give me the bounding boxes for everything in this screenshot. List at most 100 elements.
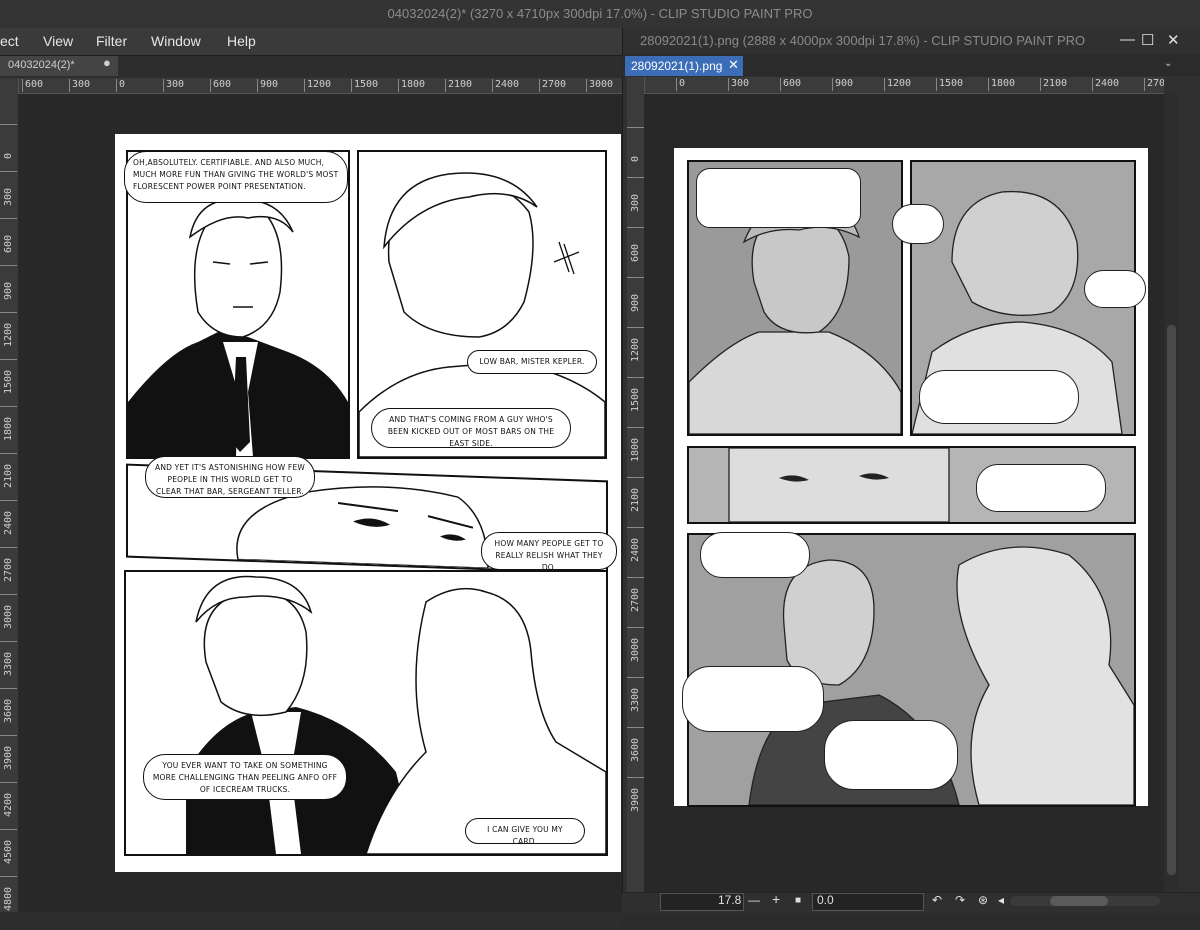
- ruler-tick-text: 2100: [3, 463, 14, 488]
- ruler-tick-label: 1500: [351, 79, 378, 92]
- zoom-out-icon[interactable]: —: [748, 893, 760, 907]
- menu-item-view[interactable]: View: [43, 33, 73, 49]
- menu-item-help[interactable]: Help: [227, 33, 256, 49]
- ruler-tick-text: 900: [3, 281, 14, 300]
- tab-list-chevron-icon[interactable]: ⌄: [1164, 58, 1172, 69]
- empty-bubble-2: [892, 204, 944, 244]
- ruler-tick-text: 1800: [630, 437, 641, 462]
- minimize-icon[interactable]: —: [1120, 31, 1135, 48]
- ruler-tick-text: 4200: [3, 792, 14, 817]
- ruler-tick-text: 3600: [3, 698, 14, 723]
- ruler-tick-text: 1200: [3, 322, 14, 347]
- ruler-tick-label: 1200: [304, 79, 331, 92]
- ruler-tick-text: 1800: [3, 416, 14, 441]
- ruler-tick-text: 3000: [630, 637, 641, 662]
- ruler-tick-label: 2400: [0, 500, 17, 548]
- ruler-tick-label: 900: [257, 79, 278, 92]
- menu-item-select[interactable]: ect: [0, 33, 19, 49]
- maximize-icon[interactable]: ☐: [1141, 31, 1154, 49]
- left-status-bar: [0, 912, 622, 930]
- ruler-tick-label: 3600: [627, 727, 644, 778]
- ruler-tick-label: 1500: [0, 359, 17, 407]
- ruler-tick-label: 2100: [0, 453, 17, 501]
- ruler-tick-label: 300: [627, 177, 644, 228]
- ruler-tick-text: 2400: [3, 510, 14, 535]
- right-comic-page[interactable]: [674, 148, 1148, 807]
- right-vertical-ruler[interactable]: 0 300 600 900 1200 1500 1800 2100 2400 2700 3000 33…: [627, 77, 645, 892]
- ruler-tick-text: 1200: [630, 337, 641, 362]
- ruler-tick-label: 600: [627, 227, 644, 278]
- speech-bubble-p4a: YOU EVER WANT TO TAKE ON SOMETHING MORE …: [143, 754, 347, 800]
- ruler-tick-label: 0: [676, 78, 685, 91]
- ruler-tick-label: 300: [163, 79, 184, 92]
- ruler-tick-label: 0: [0, 124, 17, 172]
- menu-item-filter[interactable]: Filter: [96, 33, 127, 49]
- ruler-tick-text: 3900: [3, 745, 14, 770]
- ruler-tick-text: 4800: [3, 886, 14, 911]
- ruler-tick-text: 2400: [630, 537, 641, 562]
- ruler-tick-label: 2100: [1040, 78, 1067, 91]
- close-icon[interactable]: ✕: [1167, 31, 1180, 49]
- ruler-tick-label: 2700: [1144, 78, 1164, 91]
- left-horizontal-ruler[interactable]: 600 300 0 300 600 900 1200 1500 1800 2100 2400 2700…: [18, 78, 622, 94]
- ruler-tick-label: 3000: [0, 594, 17, 642]
- ruler-tick-label: 600: [210, 79, 231, 92]
- ruler-tick-text: 3000: [3, 604, 14, 629]
- ruler-tick-text: 0: [630, 155, 641, 162]
- tab-left-label: 04032024(2)*: [8, 59, 75, 71]
- rotate-right-icon[interactable]: ↷: [955, 893, 965, 907]
- empty-bubble-8: [824, 720, 958, 790]
- reset-rotation-icon[interactable]: ⊛: [978, 893, 988, 907]
- ruler-tick-label: 2100: [627, 477, 644, 528]
- ruler-tick-label: 4200: [0, 782, 17, 830]
- ruler-tick-label: 3000: [586, 79, 613, 92]
- left-vertical-ruler[interactable]: 0 300 600 900 1200 1500 1800 2100 2400 2700 3000 33…: [0, 78, 19, 912]
- angle-value: 0.0: [817, 893, 834, 907]
- speech-bubble-p2b: AND THAT'S COMING FROM A GUY WHO'S BEEN …: [371, 408, 571, 448]
- ruler-tick-text: 1500: [630, 387, 641, 412]
- ruler-tick-label: 2700: [0, 547, 17, 595]
- ruler-tick-text: 0: [3, 152, 14, 159]
- right-scroll-thumb[interactable]: [1167, 325, 1176, 875]
- ruler-tick-label: 2100: [445, 79, 472, 92]
- ruler-tick-label: 1200: [884, 78, 911, 91]
- scroll-left-icon[interactable]: ◂: [998, 893, 1004, 907]
- rotate-left-icon[interactable]: ↶: [932, 893, 942, 907]
- ruler-tick-text: 1500: [3, 369, 14, 394]
- ruler-tick-label: 3000: [627, 627, 644, 678]
- ruler-tick-label: 2400: [627, 527, 644, 578]
- unsaved-dot-icon[interactable]: ●: [103, 55, 111, 70]
- ruler-tick-text: 3300: [3, 651, 14, 676]
- ruler-tick-label: 3900: [0, 735, 17, 783]
- ruler-tick-label: 1200: [0, 312, 17, 360]
- ruler-tick-text: 600: [630, 243, 641, 262]
- zoom-in-icon[interactable]: +: [772, 891, 780, 907]
- right-horizontal-ruler[interactable]: 0 300 600 900 1200 1500 1800 2100 2400 2700: [644, 77, 1164, 94]
- ruler-tick-label: 600: [22, 79, 43, 92]
- ruler-tick-label: 0: [627, 127, 644, 178]
- ruler-tick-text: 600: [3, 234, 14, 253]
- ruler-tick-label: 3900: [627, 777, 644, 828]
- tab-close-icon[interactable]: ✕: [728, 57, 739, 73]
- empty-bubble-4: [919, 370, 1079, 424]
- ruler-tick-label: 1800: [627, 427, 644, 478]
- speech-bubble-p3b: HOW MANY PEOPLE GET TO REALLY RELISH WHA…: [481, 532, 617, 572]
- ruler-tick-label: 3600: [0, 688, 17, 736]
- left-comic-page[interactable]: OH,ABSOLUTELY. CERTIFIABLE. AND ALSO MUC…: [115, 134, 621, 872]
- horizontal-scroll-thumb[interactable]: [1050, 896, 1108, 906]
- menu-item-window[interactable]: Window: [151, 33, 201, 49]
- fit-page-icon[interactable]: ■: [795, 895, 801, 906]
- ruler-tick-label: 1800: [0, 406, 17, 454]
- ruler-tick-label: 1800: [988, 78, 1015, 91]
- ruler-tick-text: 2700: [630, 587, 641, 612]
- tab-right-label: 28092021(1).png: [631, 59, 723, 73]
- ruler-corner: [0, 78, 18, 93]
- ruler-tick-text: 2100: [630, 487, 641, 512]
- empty-bubble-3: [1084, 270, 1146, 308]
- ruler-tick-label: 2700: [539, 79, 566, 92]
- speech-bubble-p1: OH,ABSOLUTELY. CERTIFIABLE. AND ALSO MUC…: [124, 151, 348, 203]
- ruler-tick-label: 1500: [627, 377, 644, 428]
- zoom-value: 17.8: [718, 893, 742, 907]
- ruler-tick-label: 600: [0, 218, 17, 266]
- ruler-tick-label: 3300: [0, 641, 17, 689]
